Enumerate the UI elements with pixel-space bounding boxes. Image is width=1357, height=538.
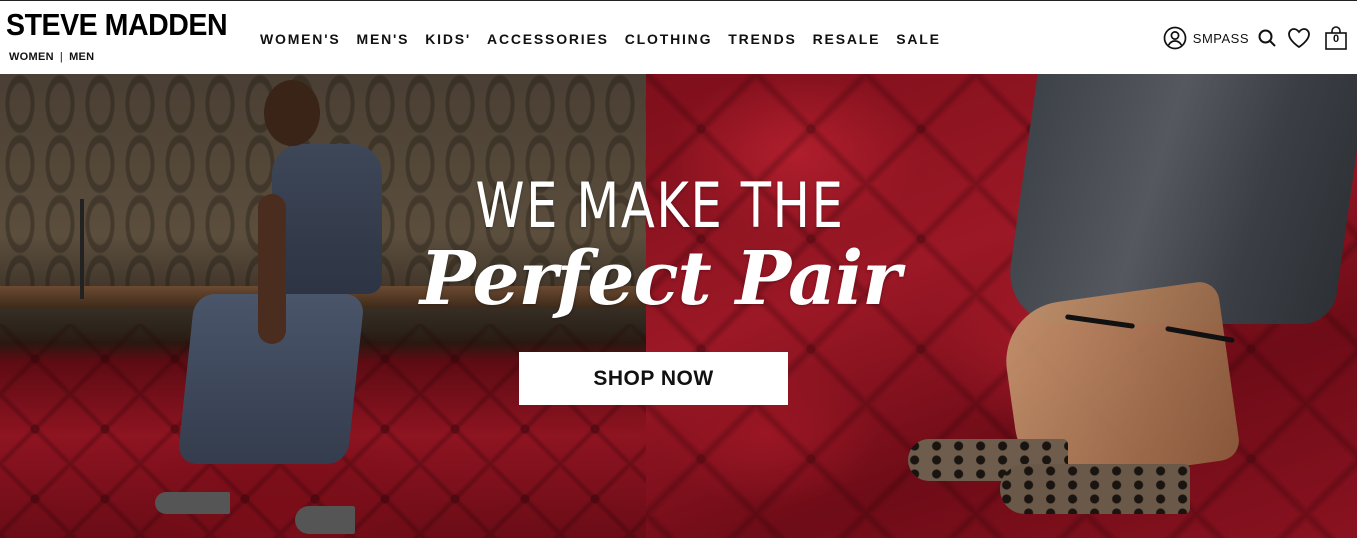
- leopard-pump-2: [1000, 464, 1190, 514]
- site-header: STEVE MADDEN WOMEN | MEN WOMEN'S MEN'S K…: [0, 0, 1357, 74]
- nav-item-accessories[interactable]: ACCESSORIES: [487, 31, 609, 47]
- gender-link-men[interactable]: MEN: [69, 51, 94, 63]
- heart-icon[interactable]: [1287, 23, 1311, 53]
- model-head: [264, 80, 320, 146]
- nav-item-trends[interactable]: TRENDS: [728, 31, 796, 47]
- gender-switch: WOMEN | MEN: [9, 51, 94, 63]
- gender-link-women[interactable]: WOMEN: [9, 51, 54, 63]
- model-shoe-left: [155, 492, 230, 514]
- nav-item-sale[interactable]: SALE: [896, 31, 941, 47]
- hero-headline-line1: WE MAKE THE: [475, 169, 845, 242]
- hero-headline: WE MAKE THE Perfect Pair: [380, 169, 940, 323]
- cart-count: 0: [1332, 33, 1340, 45]
- model-shoe-right: [295, 506, 355, 534]
- lamp: [80, 199, 120, 299]
- header-utilities: SMPASS 0: [1163, 23, 1349, 53]
- brand-logo[interactable]: STEVE MADDEN: [6, 7, 228, 43]
- gender-separator: |: [59, 51, 64, 63]
- shopping-bag-icon[interactable]: 0: [1323, 23, 1349, 53]
- model-vest: [272, 144, 382, 294]
- nav-item-mens[interactable]: MEN'S: [356, 31, 409, 47]
- model-arm: [258, 194, 286, 344]
- nav-item-kids[interactable]: KIDS': [425, 31, 471, 47]
- nav-item-clothing[interactable]: CLOTHING: [625, 31, 713, 47]
- user-icon[interactable]: [1163, 23, 1187, 53]
- shop-now-button[interactable]: SHOP NOW: [519, 352, 788, 405]
- search-icon[interactable]: [1257, 23, 1277, 53]
- hero-headline-line2: Perfect Pair: [419, 236, 901, 322]
- main-nav: WOMEN'S MEN'S KIDS' ACCESSORIES CLOTHING…: [260, 31, 957, 47]
- smpass-link[interactable]: SMPASS: [1193, 31, 1249, 46]
- nav-item-womens[interactable]: WOMEN'S: [260, 31, 340, 47]
- nav-item-resale[interactable]: RESALE: [813, 31, 881, 47]
- hero-banner[interactable]: WE MAKE THE Perfect Pair SHOP NOW: [0, 74, 1357, 538]
